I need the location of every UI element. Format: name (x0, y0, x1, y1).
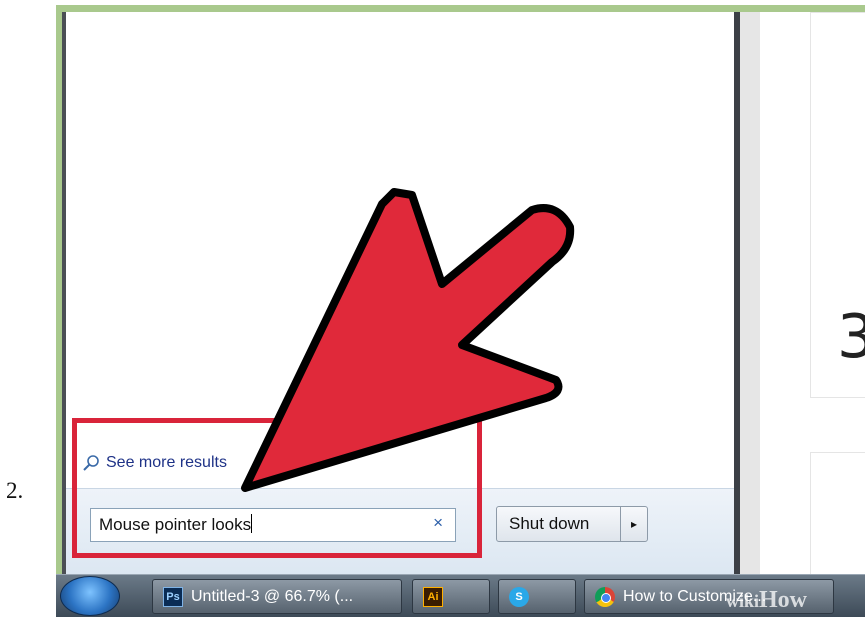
pointer-arrow-icon (241, 188, 575, 492)
skype-icon: S (509, 586, 529, 607)
taskbar-item-photoshop[interactable]: Ps Untitled-3 @ 66.7% (... (152, 579, 402, 614)
wikihow-watermark: wikiHow (726, 587, 807, 614)
watermark-prefix: wiki (726, 591, 760, 611)
desktop-area: See more results Mouse pointer looks × S… (62, 12, 865, 574)
windows-start-icon[interactable] (60, 576, 120, 616)
photoshop-icon: Ps (163, 586, 183, 607)
screenshot-frame: See more results Mouse pointer looks × S… (56, 5, 865, 617)
illustrator-icon: Ai (423, 586, 443, 607)
taskbar-item-label: Untitled-3 @ 66.7% (... (191, 587, 354, 605)
taskbar-item-illustrator[interactable]: Ai (412, 579, 490, 614)
chrome-icon (595, 586, 615, 607)
taskbar-item-skype[interactable]: S (498, 579, 576, 614)
step-number: 2. (6, 478, 24, 503)
watermark-suffix: How (759, 587, 808, 613)
